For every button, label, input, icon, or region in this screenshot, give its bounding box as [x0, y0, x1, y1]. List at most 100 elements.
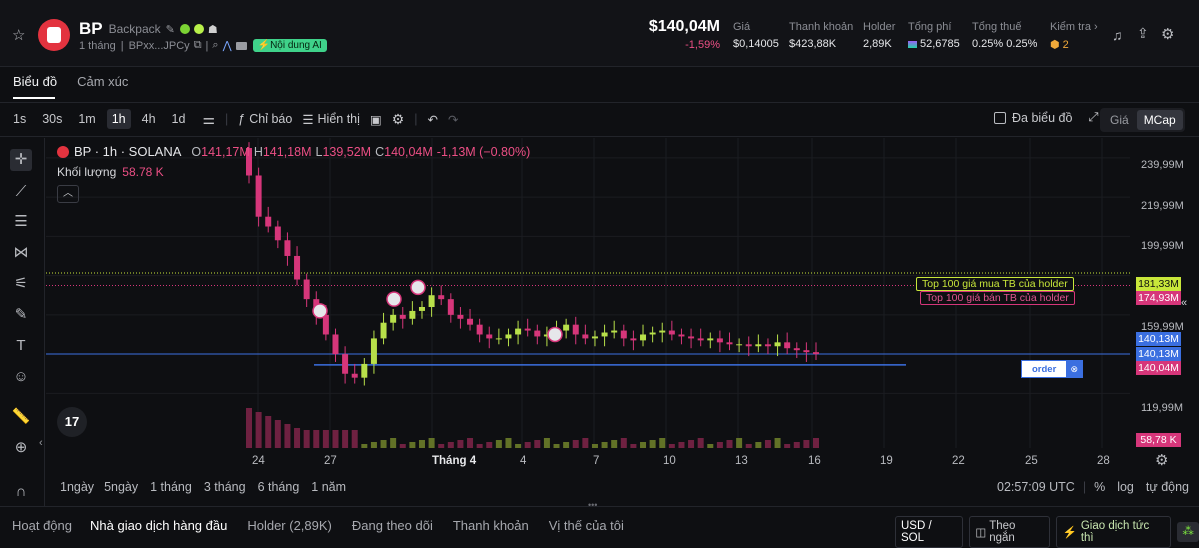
- chart-legend: BP · 1h · SOLANA O 141,17M H 141,18M L 139,…: [57, 144, 530, 159]
- alert-icon[interactable]: ♫: [1112, 27, 1123, 43]
- indicators-icon[interactable]: ƒ: [238, 112, 245, 126]
- zoom-icon[interactable]: ⊕: [10, 437, 32, 459]
- green-circle-icon: [193, 24, 204, 34]
- tab-activity[interactable]: Hoạt động: [12, 518, 72, 533]
- drag-handle-icon[interactable]: •••: [588, 500, 597, 510]
- volume-bar: [591, 444, 598, 448]
- currency-toggle[interactable]: USD / SOL: [895, 516, 964, 548]
- x-tick: Tháng 4: [432, 455, 477, 467]
- horizontal-lines-icon[interactable]: ☰: [10, 211, 32, 233]
- card-icon[interactable]: [235, 41, 247, 50]
- candle: [659, 330, 666, 333]
- tab-watching[interactable]: Đang theo dõi: [352, 518, 433, 533]
- follow-button[interactable]: ◫ Theo ngắn: [969, 516, 1050, 548]
- candle: [678, 334, 685, 337]
- range-1m[interactable]: 1 tháng: [150, 480, 192, 494]
- fullscreen-icon[interactable]: ⤢: [1088, 110, 1098, 125]
- tf-1d[interactable]: 1d: [167, 109, 191, 129]
- candle: [784, 342, 791, 349]
- tf-1s[interactable]: 1s: [8, 109, 31, 129]
- multi-chart-checkbox[interactable]: [994, 111, 1006, 124]
- pattern-icon[interactable]: ⋈: [10, 242, 32, 264]
- order-tag[interactable]: order ⊗: [1021, 360, 1084, 378]
- auto-toggle[interactable]: tự động: [1146, 480, 1189, 494]
- volume-badge: 58,78 K: [1136, 433, 1181, 447]
- range-5d[interactable]: 5ngày: [104, 480, 138, 494]
- collapse-legend-button[interactable]: ︿: [57, 185, 79, 203]
- tf-1h[interactable]: 1h: [106, 109, 131, 129]
- ai-badge[interactable]: ⚡Nội dung AI: [252, 39, 327, 52]
- order-close-icon[interactable]: ⊗: [1066, 361, 1083, 377]
- trendline-icon[interactable]: ⟋: [10, 181, 32, 203]
- stat-value-liquidity: $423,88K: [789, 38, 837, 50]
- share-icon[interactable]: ⇪: [1137, 25, 1149, 42]
- price-label: 140,13M: [1136, 347, 1181, 361]
- token-address[interactable]: BPxx...JPCy: [129, 40, 190, 52]
- toggle-mcap[interactable]: MCap: [1136, 110, 1183, 130]
- tab-sentiment[interactable]: Cảm xúc: [77, 74, 128, 89]
- volume-bar: [322, 430, 329, 448]
- axis-settings-icon[interactable]: ⚙: [1155, 451, 1168, 469]
- x-tick: 13: [735, 455, 748, 467]
- fib-icon[interactable]: ⚟: [10, 273, 32, 295]
- tab-my-positions[interactable]: Vị thế của tôi: [549, 518, 624, 533]
- settings-icon[interactable]: ⚙: [1161, 25, 1174, 43]
- display-button[interactable]: Hiển thị: [318, 112, 360, 126]
- log-toggle[interactable]: log: [1117, 480, 1134, 494]
- tradingview-logo[interactable]: 17: [57, 407, 87, 437]
- indicators-button[interactable]: Chỉ báo: [249, 112, 292, 126]
- undo-icon[interactable]: ↶: [428, 112, 438, 127]
- tf-1m[interactable]: 1m: [73, 109, 100, 129]
- volume-bar: [313, 430, 320, 448]
- volume-bar: [601, 442, 608, 448]
- collapse-icon[interactable]: ‹: [39, 437, 43, 449]
- x-tick: 24: [252, 455, 265, 467]
- candle-type-icon[interactable]: ⚌: [202, 111, 215, 128]
- audit-link[interactable]: Kiểm tra ›: [1050, 21, 1098, 33]
- expand-right-icon[interactable]: «: [1181, 297, 1187, 309]
- edit-icon[interactable]: ✎: [166, 23, 175, 36]
- x-tick: 27: [324, 455, 337, 467]
- apps-icon[interactable]: ⁂: [1177, 522, 1199, 542]
- legend-high: 141,18M: [262, 144, 312, 159]
- tab-chart[interactable]: Biểu đồ: [13, 74, 57, 89]
- redo-icon[interactable]: ↷: [448, 112, 458, 127]
- candle: [591, 336, 598, 339]
- layout-icon[interactable]: ▣: [370, 112, 382, 127]
- copy-icon[interactable]: ⧉: [194, 39, 202, 52]
- search-icon[interactable]: ⌕: [212, 39, 218, 52]
- display-icon[interactable]: ☰: [302, 112, 313, 127]
- brush-icon[interactable]: ✎: [10, 304, 32, 326]
- candle: [342, 354, 349, 374]
- tf-30s[interactable]: 30s: [37, 109, 67, 129]
- text-icon[interactable]: T: [10, 335, 32, 357]
- legend-h-label: H: [253, 144, 263, 159]
- range-1d[interactable]: 1ngày: [60, 480, 94, 494]
- toggle-price[interactable]: Giá: [1102, 110, 1137, 130]
- stat-label-holder: Holder: [863, 21, 896, 33]
- ruler-icon[interactable]: 📏: [10, 406, 32, 428]
- star-icon[interactable]: ☆: [12, 26, 25, 44]
- multi-chart-label[interactable]: Đa biểu đồ: [1012, 111, 1072, 125]
- volume-bar: [736, 438, 743, 448]
- volume-bar: [716, 442, 723, 448]
- crosshair-icon[interactable]: ✛: [10, 149, 32, 171]
- magnet-icon[interactable]: ∩: [10, 481, 32, 503]
- legend-close: 140,04M: [384, 144, 433, 159]
- volume-bar: [543, 438, 550, 448]
- emoji-icon[interactable]: ☺: [10, 366, 32, 388]
- tab-holders[interactable]: Holder (2,89K): [247, 518, 332, 533]
- range-6m[interactable]: 6 tháng: [258, 480, 300, 494]
- candle: [649, 332, 656, 335]
- tf-4h[interactable]: 4h: [137, 109, 161, 129]
- range-3m[interactable]: 3 tháng: [204, 480, 246, 494]
- instant-trade-button[interactable]: ⚡ Giao dịch tức thì: [1055, 516, 1172, 548]
- caret-icon[interactable]: ⋀: [223, 39, 232, 52]
- percent-toggle[interactable]: %: [1094, 480, 1105, 494]
- volume-bar: [428, 438, 435, 448]
- tab-liquidity[interactable]: Thanh khoản: [453, 518, 529, 533]
- tab-top-traders[interactable]: Nhà giao dịch hàng đầu: [90, 518, 227, 533]
- volume-bar: [409, 442, 416, 448]
- range-1y[interactable]: 1 năm: [311, 480, 346, 494]
- chart-settings-icon[interactable]: ⚙: [392, 111, 405, 128]
